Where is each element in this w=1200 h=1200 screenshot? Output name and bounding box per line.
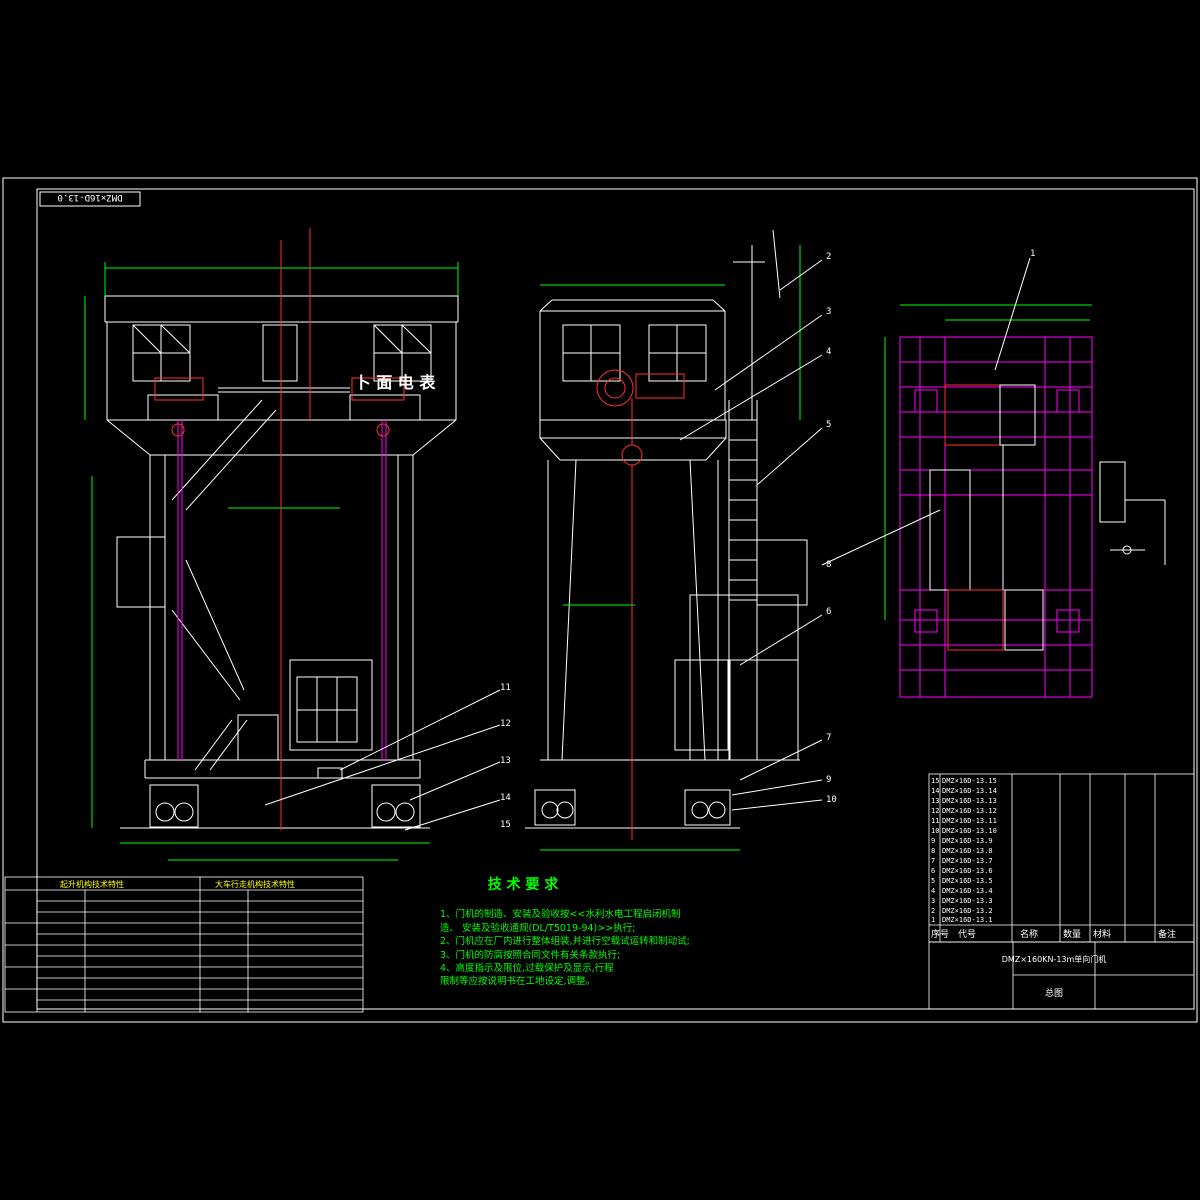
parts-row-code: DMZ×16D-13.1 — [942, 916, 993, 924]
parts-row-no: 2 — [931, 907, 935, 915]
callout-13: 13 — [500, 756, 511, 766]
crane-label: 卜 面 电 表 — [355, 373, 437, 392]
header-remark: 备注 — [1158, 928, 1176, 940]
tech-tables — [4, 876, 364, 1013]
header-code: 代号 — [958, 929, 976, 940]
callout-12: 12 — [500, 719, 511, 729]
parts-row-no: 4 — [931, 887, 935, 895]
parts-row-code: DMZ×16D-13.8 — [942, 847, 993, 855]
notes-lines: 1、门机的制造、安装及验收按<<水利水电工程启闭机制 造、 安装及验收通规(DL… — [440, 908, 690, 987]
parts-row-code: DMZ×16D-13.6 — [942, 867, 993, 875]
note-line-4: 3、门机的防腐按照合同文件有关条款执行; — [440, 949, 620, 961]
left-table-title: 起升机构技术特性 — [60, 879, 124, 889]
title-block-subtitle: 总图 — [1045, 987, 1063, 999]
callout-9: 9 — [826, 775, 831, 785]
parts-row-code: DMZ×16D-13.15 — [942, 777, 997, 785]
note-line-2: 造、 安装及验收通规(DL/T5019-94)>>执行; — [440, 922, 635, 934]
callout-6: 6 — [826, 607, 831, 617]
title-block-name: DMZ×160KN-13m单向门机 — [1002, 954, 1107, 964]
note-line-5: 4、高度指示及限位,过载保护及显示,行程 — [440, 962, 614, 974]
parts-row-no: 10 — [931, 827, 939, 835]
parts-row-code: DMZ×16D-13.5 — [942, 877, 993, 885]
parts-row-no: 6 — [931, 867, 935, 875]
note-line-1: 1、门机的制造、安装及验收按<<水利水电工程启闭机制 — [440, 908, 680, 920]
callout-14: 14 — [500, 793, 511, 803]
corner-code: DMZ×16D-13.0 — [57, 192, 122, 202]
parts-row-code: DMZ×16D-13.3 — [942, 897, 993, 905]
parts-row-no: 11 — [931, 817, 939, 825]
notes-title: 技 术 要 求 — [488, 876, 560, 893]
parts-row-no: 5 — [931, 877, 935, 885]
header-material: 材料 — [1093, 928, 1111, 940]
callout-8: 8 — [826, 560, 831, 570]
parts-row-code: DMZ×16D-13.10 — [942, 827, 997, 835]
parts-row-no: 9 — [931, 837, 935, 845]
parts-row-code: DMZ×16D-13.13 — [942, 797, 997, 805]
parts-row-code: DMZ×16D-13.2 — [942, 907, 993, 915]
callout-3: 3 — [826, 307, 831, 317]
callout-4: 4 — [826, 347, 831, 357]
parts-table-rows: 15 DMZ×16D-13.15 14 DMZ×16D-13.14 13 DMZ… — [931, 777, 997, 924]
parts-row-no: 13 — [931, 797, 939, 805]
parts-row-code: DMZ×16D-13.9 — [942, 837, 993, 845]
parts-table-headers: 序号 代号 名称 数量 材料 备注 — [931, 928, 1176, 940]
side-elevation — [525, 229, 808, 851]
note-line-3: 2、门机应在厂内进行整体组装,并进行空载试运转和制动试; — [440, 935, 690, 947]
callout-10: 10 — [826, 795, 837, 805]
drawing-canvas: DMZ×16D-13.0 卜 面 电 表 1 2 3 4 5 6 7 8 9 1… — [2, 177, 1198, 1023]
parts-row-no: 1 — [931, 916, 935, 924]
header-name: 名称 — [1020, 928, 1038, 940]
callout-leaders — [264, 257, 1031, 831]
inner-frame — [36, 188, 1195, 1010]
callout-2: 2 — [826, 252, 831, 262]
parts-row-code: DMZ×16D-13.12 — [942, 807, 997, 815]
callout-5: 5 — [826, 420, 831, 430]
parts-row-code: DMZ×16D-13.11 — [942, 817, 997, 825]
parts-row-code: DMZ×16D-13.14 — [942, 787, 997, 795]
parts-row-no: 3 — [931, 897, 935, 905]
parts-row-no: 15 — [931, 777, 939, 785]
right-table-title: 大车行走机构技术特性 — [215, 879, 295, 889]
parts-row-no: 7 — [931, 857, 935, 865]
callout-7: 7 — [826, 733, 831, 743]
header-no: 序号 — [931, 928, 949, 940]
header-qty: 数量 — [1063, 928, 1081, 940]
note-line-6: 限制等应按说明书在工地设定,调整。 — [440, 975, 595, 987]
parts-row-code: DMZ×16D-13.4 — [942, 887, 993, 895]
plan-view — [884, 304, 1166, 698]
front-hoist-lines — [154, 228, 405, 830]
parts-row-code: DMZ×16D-13.7 — [942, 857, 993, 865]
callout-1: 1 — [1030, 249, 1035, 259]
parts-row-no: 8 — [931, 847, 935, 855]
callout-11: 11 — [500, 683, 511, 693]
parts-row-no: 12 — [931, 807, 939, 815]
callout-15: 15 — [500, 820, 511, 830]
parts-row-no: 14 — [931, 787, 939, 795]
front-elevation — [84, 262, 459, 861]
